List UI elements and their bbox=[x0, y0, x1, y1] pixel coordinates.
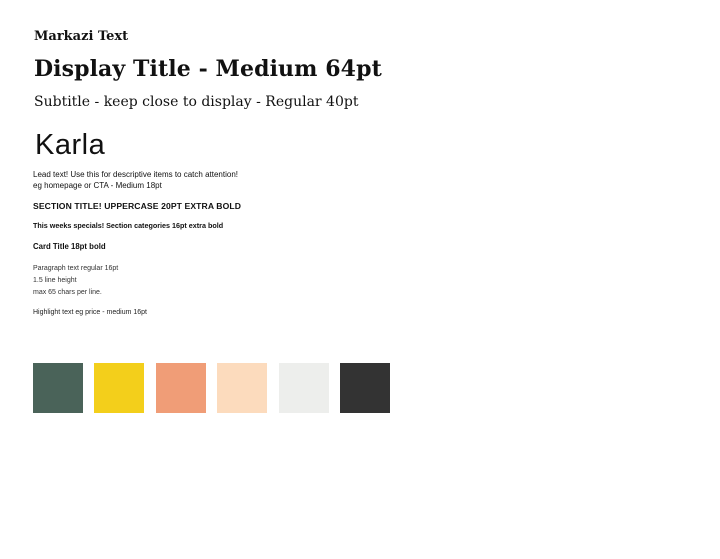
lead-text-sample: Lead text! Use this for descriptive item… bbox=[33, 169, 353, 191]
lead-text-line: eg homepage or CTA - Medium 18pt bbox=[33, 181, 162, 190]
paragraph-line: max 65 chars per line. bbox=[33, 289, 102, 296]
highlight-text-sample: Highlight text eg price - medium 16pt bbox=[33, 309, 147, 316]
color-swatch-charcoal bbox=[340, 363, 390, 413]
color-swatch-salmon bbox=[156, 363, 206, 413]
section-title-sample: SECTION TITLE! UPPERCASE 20PT EXTRA BOLD bbox=[33, 201, 242, 211]
color-swatch-peach bbox=[217, 363, 267, 413]
section-categories-sample: This weeks specials! Section categories … bbox=[33, 221, 224, 230]
karla-font-heading: Karla bbox=[35, 129, 106, 161]
paragraph-line: 1.5 line height bbox=[33, 277, 77, 284]
display-title-sample: Display Title - Medium 64pt bbox=[34, 56, 382, 82]
color-swatch-light-gray bbox=[279, 363, 329, 413]
lead-text-line: Lead text! Use this for descriptive item… bbox=[33, 170, 238, 179]
subtitle-sample: Subtitle - keep close to display - Regul… bbox=[34, 94, 359, 110]
paragraph-sample: Paragraph text regular 16pt 1.5 line hei… bbox=[33, 263, 333, 299]
markazi-font-heading: Markazi Text bbox=[34, 29, 129, 44]
paragraph-line: Paragraph text regular 16pt bbox=[33, 265, 119, 272]
color-swatch-yellow bbox=[94, 363, 144, 413]
card-title-sample: Card Title 18pt bold bbox=[33, 242, 106, 251]
color-swatch-dark-green bbox=[33, 363, 83, 413]
